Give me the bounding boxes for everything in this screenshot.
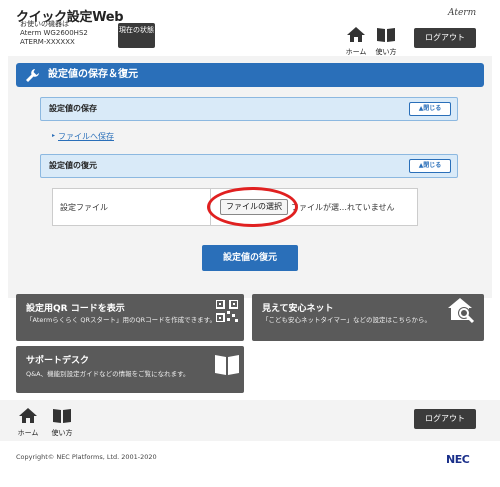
support-desk-tile[interactable]: サポートデスク Q&A、機能別設定ガイドなどの情報をご覧になれます。 xyxy=(16,346,244,393)
book-icon xyxy=(377,28,395,42)
support-tile-desc: Q&A、機能別設定ガイドなどの情報をご覧になれます。 xyxy=(26,370,190,378)
logout-button[interactable]: ログアウト xyxy=(414,28,476,48)
home-icon xyxy=(347,27,365,42)
footer-home-button[interactable]: ホーム xyxy=(16,408,40,438)
restore-section-title: 設定値の復元 xyxy=(49,161,97,170)
footer-logout-button[interactable]: ログアウト xyxy=(414,409,476,429)
home-icon xyxy=(19,408,37,423)
save-to-file-link[interactable]: ファイルへ保存 xyxy=(58,131,114,142)
footer-howto-button[interactable]: 使い方 xyxy=(50,408,74,438)
save-section-close-button[interactable]: ▲閉じる xyxy=(409,102,451,116)
home-search-icon xyxy=(448,298,475,324)
device-info: お使いの機器は Aterm WG2600HS2 ATERM-XXXXXX xyxy=(20,20,88,47)
book-icon xyxy=(53,409,71,423)
device-model: Aterm WG2600HS2 xyxy=(20,29,88,37)
restore-section-header: 設定値の復元 ▲閉じる xyxy=(40,154,458,178)
home-button[interactable]: ホーム xyxy=(344,27,368,57)
footer-home-label: ホーム xyxy=(17,429,39,437)
qr-code-icon xyxy=(216,300,238,322)
current-status-label: 現在の状態 xyxy=(119,26,154,34)
aterm-logo: Aterm xyxy=(448,8,477,18)
qr-tile-desc: 「Atermらくらく QRスタート」用のQRコードを作成できます。 xyxy=(26,316,216,324)
howto-button[interactable]: 使い方 xyxy=(374,27,398,57)
current-status-button[interactable]: 現在の状態 xyxy=(118,23,155,48)
qr-code-tile[interactable]: 設定用QR コードを表示 「Atermらくらく QRスタート」用のQRコードを作… xyxy=(16,294,244,341)
save-section-header: 設定値の保存 ▲閉じる xyxy=(40,97,458,121)
highlight-circle xyxy=(207,187,298,227)
support-tile-title: サポートデスク xyxy=(26,356,90,366)
wrench-icon xyxy=(26,69,39,82)
page-title-text: 設定値の保存＆復元 xyxy=(48,69,138,80)
bullet-icon: ▸ xyxy=(52,132,56,139)
file-label: 設定ファイル xyxy=(60,203,108,212)
page-title: 設定値の保存＆復元 xyxy=(16,63,484,87)
save-section-title: 設定値の保存 xyxy=(49,104,97,113)
device-id: ATERM-XXXXXX xyxy=(20,38,75,46)
footer-howto-label: 使い方 xyxy=(51,429,73,437)
device-info-line1: お使いの機器は xyxy=(20,20,69,28)
mimamori-net-tile[interactable]: 見えて安心ネット 「こども安心ネットタイマー」などの設定はこちらから。 xyxy=(252,294,484,341)
nec-logo: NEC xyxy=(446,453,470,466)
file-status: ファイルが選…れていません xyxy=(291,203,395,212)
qr-tile-title: 設定用QR コードを表示 xyxy=(26,304,125,314)
mimamori-tile-desc: 「こども安心ネットタイマー」などの設定はこちらから。 xyxy=(262,316,431,324)
copyright: Copyright© NEC Platforms, Ltd. 2001-2020 xyxy=(16,453,157,461)
restore-section-close-button[interactable]: ▲閉じる xyxy=(409,159,451,173)
restore-button[interactable]: 設定値の復元 xyxy=(202,245,298,271)
book-icon xyxy=(215,355,239,375)
mimamori-tile-title: 見えて安心ネット xyxy=(262,304,334,314)
